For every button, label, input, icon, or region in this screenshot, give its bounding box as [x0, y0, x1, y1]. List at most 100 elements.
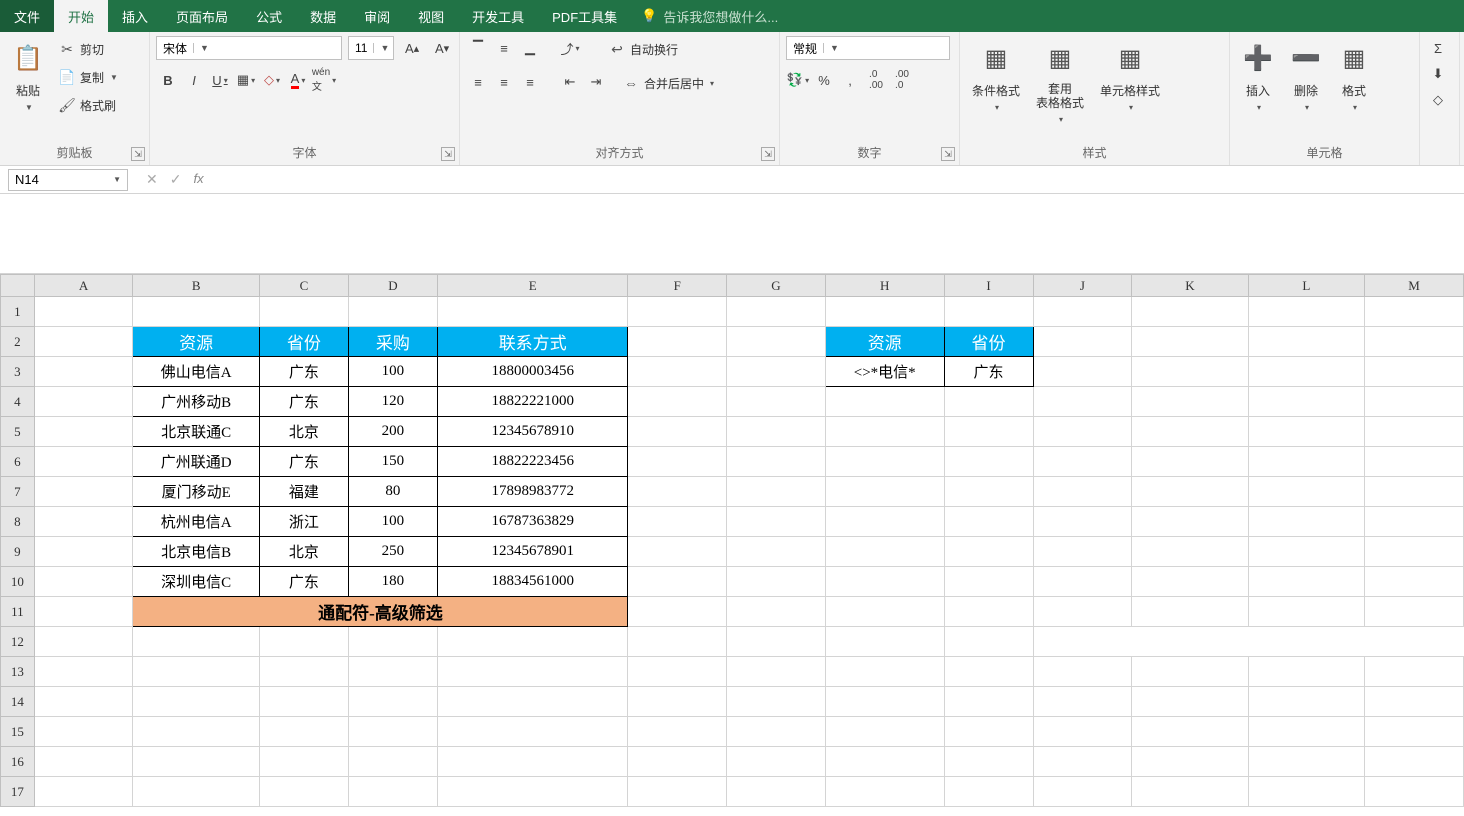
cell-G16[interactable] — [727, 747, 826, 777]
cell-L7[interactable] — [1248, 477, 1364, 507]
cell-H4[interactable] — [825, 387, 944, 417]
cell-E14[interactable] — [437, 687, 627, 717]
cell-A5[interactable] — [34, 417, 133, 447]
cell-E6[interactable]: 18822223456 — [437, 447, 627, 477]
cell-I1[interactable] — [944, 297, 1033, 327]
cell-K4[interactable] — [1132, 387, 1248, 417]
cell-H15[interactable] — [825, 717, 944, 747]
cell-M1[interactable] — [1365, 297, 1464, 327]
cell-D5[interactable]: 200 — [348, 417, 437, 447]
copy-button[interactable]: 📄复制▼ — [54, 64, 122, 90]
cell-L1[interactable] — [1248, 297, 1364, 327]
cell-D17[interactable] — [348, 777, 437, 807]
cell-G5[interactable] — [727, 417, 826, 447]
indent-decrease-button[interactable]: ⇤ — [558, 70, 582, 94]
cell-C4[interactable]: 广东 — [259, 387, 348, 417]
fill-color-button[interactable]: ◇▾ — [260, 68, 284, 92]
cell-L13[interactable] — [1248, 657, 1364, 687]
cell-J2[interactable] — [1033, 327, 1132, 357]
cell-J4[interactable] — [1033, 387, 1132, 417]
phonetic-button[interactable]: wén文▾ — [312, 68, 336, 92]
wrap-text-button[interactable]: ↩自动换行 — [604, 36, 734, 62]
cell-I2[interactable]: 省份 — [944, 327, 1033, 357]
cell-M12[interactable] — [944, 627, 1033, 657]
align-bottom-button[interactable]: ▁ — [518, 36, 542, 60]
cell-A1[interactable] — [34, 297, 133, 327]
cell-J3[interactable] — [1033, 357, 1132, 387]
cell-E1[interactable] — [437, 297, 627, 327]
col-header-B[interactable]: B — [133, 275, 259, 297]
align-middle-button[interactable]: ≡ — [492, 36, 516, 60]
cell-G1[interactable] — [727, 297, 826, 327]
cell-D3[interactable]: 100 — [348, 357, 437, 387]
cell-D4[interactable]: 120 — [348, 387, 437, 417]
col-header-D[interactable]: D — [348, 275, 437, 297]
cell-E4[interactable]: 18822221000 — [437, 387, 627, 417]
cell-L10[interactable] — [1248, 567, 1364, 597]
cell-D1[interactable] — [348, 297, 437, 327]
cell-B6[interactable]: 广州联通D — [133, 447, 259, 477]
cell-I13[interactable] — [944, 657, 1033, 687]
cell-C13[interactable] — [259, 657, 348, 687]
row-header-5[interactable]: 5 — [1, 417, 35, 447]
bold-button[interactable]: B — [156, 68, 180, 92]
cell-E5[interactable]: 12345678910 — [437, 417, 627, 447]
cell-L6[interactable] — [1248, 447, 1364, 477]
cell-E2[interactable]: 联系方式 — [437, 327, 627, 357]
cell-C7[interactable]: 福建 — [259, 477, 348, 507]
row-header-6[interactable]: 6 — [1, 447, 35, 477]
cell-G6[interactable] — [727, 447, 826, 477]
cell-G15[interactable] — [727, 717, 826, 747]
number-format-combo[interactable]: 常规▼ — [786, 36, 950, 60]
tell-me-search[interactable]: 💡 告诉我您想做什么... — [641, 0, 778, 32]
cell-D2[interactable]: 采购 — [348, 327, 437, 357]
cell-L11[interactable] — [1248, 597, 1364, 627]
cell-J16[interactable] — [1033, 747, 1132, 777]
cell-H6[interactable] — [825, 447, 944, 477]
cell-B14[interactable] — [133, 687, 259, 717]
cell-J9[interactable] — [1033, 537, 1132, 567]
cell-A12[interactable] — [34, 627, 133, 657]
clear-button[interactable]: ◇ — [1426, 88, 1450, 112]
cell-B15[interactable] — [133, 717, 259, 747]
cell-E17[interactable] — [437, 777, 627, 807]
clipboard-launcher[interactable]: ⇲ — [131, 147, 145, 161]
cell-J10[interactable] — [1033, 567, 1132, 597]
cell-B9[interactable]: 北京电信B — [133, 537, 259, 567]
cell-E16[interactable] — [437, 747, 627, 777]
cell-A9[interactable] — [34, 537, 133, 567]
cell-M9[interactable] — [1365, 537, 1464, 567]
cell-F6[interactable] — [628, 447, 727, 477]
cell-C6[interactable]: 广东 — [259, 447, 348, 477]
cell-L12[interactable] — [825, 627, 944, 657]
font-size-combo[interactable]: 11▼ — [348, 36, 394, 60]
indent-increase-button[interactable]: ⇥ — [584, 70, 608, 94]
cell-M8[interactable] — [1365, 507, 1464, 537]
cell-D16[interactable] — [348, 747, 437, 777]
cell-G9[interactable] — [727, 537, 826, 567]
autosum-button[interactable]: Σ — [1426, 36, 1450, 60]
cell-H16[interactable] — [825, 747, 944, 777]
cell-M10[interactable] — [1365, 567, 1464, 597]
cell-J1[interactable] — [1033, 297, 1132, 327]
cell-I9[interactable] — [944, 537, 1033, 567]
row-header-7[interactable]: 7 — [1, 477, 35, 507]
table-format-button[interactable]: ▦套用 表格格式▾ — [1030, 36, 1090, 126]
cell-A13[interactable] — [34, 657, 133, 687]
cell-H1[interactable] — [825, 297, 944, 327]
cell-K8[interactable] — [1132, 507, 1248, 537]
tab-data[interactable]: 数据 — [296, 0, 350, 32]
cell-F9[interactable] — [628, 537, 727, 567]
cell-F13[interactable] — [628, 657, 727, 687]
row-header-11[interactable]: 11 — [1, 597, 35, 627]
cell-L15[interactable] — [1248, 717, 1364, 747]
cell-I17[interactable] — [944, 777, 1033, 807]
cell-E8[interactable]: 16787363829 — [437, 507, 627, 537]
row-header-1[interactable]: 1 — [1, 297, 35, 327]
cell-I16[interactable] — [944, 747, 1033, 777]
cell-G11[interactable] — [727, 597, 826, 627]
font-name-combo[interactable]: 宋体▼ — [156, 36, 342, 60]
cell-F5[interactable] — [628, 417, 727, 447]
cell-F8[interactable] — [628, 507, 727, 537]
cell-M16[interactable] — [1365, 747, 1464, 777]
